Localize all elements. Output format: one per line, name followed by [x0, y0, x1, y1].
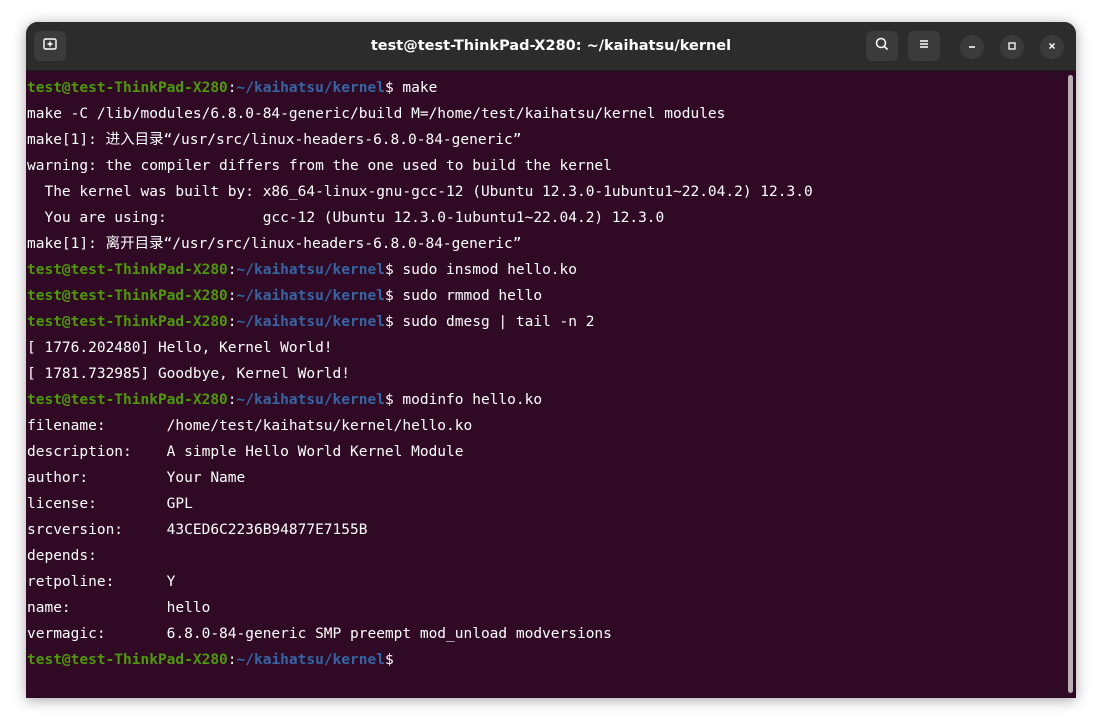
prompt-colon: : [227, 262, 237, 278]
prompt-user: test@test-ThinkPad-X280 [27, 314, 228, 330]
prompt-dollar: $ [384, 288, 403, 304]
output-line: The kernel was built by: x86_64-linux-gn… [27, 184, 813, 200]
scrollbar[interactable] [1066, 71, 1076, 698]
terminal-lines: test@test-ThinkPad-X280:~/kaihatsu/kerne… [27, 75, 813, 673]
prompt-user: test@test-ThinkPad-X280 [27, 80, 228, 96]
terminal-output[interactable]: test@test-ThinkPad-X280:~/kaihatsu/kerne… [26, 71, 1066, 698]
output-line: retpoline: Y [27, 574, 176, 590]
output-line: license: GPL [27, 496, 193, 512]
prompt-dollar: $ [384, 80, 403, 96]
prompt-dollar: $ [384, 314, 403, 330]
prompt-path: ~/kaihatsu/kernel [236, 652, 385, 668]
prompt-line: test@test-ThinkPad-X280:~/kaihatsu/kerne… [27, 387, 813, 413]
scrollbar-thumb[interactable] [1068, 75, 1073, 693]
output-line: filename: /home/test/kaihatsu/kernel/hel… [27, 418, 473, 434]
output-line: srcversion: 43CED6C2236B94877E7155B [27, 522, 368, 538]
minimize-icon [967, 38, 977, 56]
prompt-path: ~/kaihatsu/kernel [236, 262, 385, 278]
prompt-colon: : [227, 288, 237, 304]
prompt-user: test@test-ThinkPad-X280 [27, 288, 228, 304]
output-line: You are using: gcc-12 (Ubuntu 12.3.0-1ub… [27, 210, 665, 226]
maximize-button[interactable] [1000, 35, 1024, 59]
command-text: sudo dmesg | tail -n 2 [402, 314, 595, 330]
output-line: [ 1781.732985] Goodbye, Kernel World! [27, 366, 351, 382]
prompt-colon: : [227, 392, 237, 408]
search-icon [874, 36, 890, 57]
hamburger-menu-icon [917, 37, 931, 56]
prompt-colon: : [227, 652, 237, 668]
prompt-colon: : [227, 314, 237, 330]
output-line: description: A simple Hello World Kernel… [27, 444, 464, 460]
close-icon [1047, 38, 1057, 56]
output-line: author: Your Name [27, 470, 246, 486]
prompt-user: test@test-ThinkPad-X280 [27, 652, 228, 668]
output-line: depends: [27, 548, 167, 564]
output-line: warning: the compiler differs from the o… [27, 158, 612, 174]
prompt-line: test@test-ThinkPad-X280:~/kaihatsu/kerne… [27, 309, 813, 335]
close-button[interactable] [1040, 35, 1064, 59]
command-text: sudo insmod hello.ko [402, 262, 578, 278]
prompt-line: test@test-ThinkPad-X280:~/kaihatsu/kerne… [27, 75, 813, 101]
search-button[interactable] [866, 31, 898, 61]
prompt-path: ~/kaihatsu/kernel [236, 288, 385, 304]
new-tab-icon [42, 36, 58, 57]
minimize-button[interactable] [960, 35, 984, 59]
prompt-line: test@test-ThinkPad-X280:~/kaihatsu/kerne… [27, 257, 813, 283]
command-text: sudo rmmod hello [402, 288, 543, 304]
prompt-path: ~/kaihatsu/kernel [236, 392, 385, 408]
maximize-icon [1007, 38, 1017, 56]
output-line: [ 1776.202480] Hello, Kernel World! [27, 340, 333, 356]
command-text: make [402, 80, 438, 96]
output-line: make[1]: 进入目录“/usr/src/linux-headers-6.8… [27, 132, 522, 148]
prompt-dollar: $ [384, 392, 403, 408]
output-line: make -C /lib/modules/6.8.0-84-generic/bu… [27, 106, 726, 122]
prompt-path: ~/kaihatsu/kernel [236, 314, 385, 330]
new-tab-button[interactable] [34, 31, 66, 61]
menu-button[interactable] [908, 31, 940, 61]
output-line: make[1]: 离开目录“/usr/src/linux-headers-6.8… [27, 236, 522, 252]
prompt-dollar: $ [384, 652, 403, 668]
prompt-line: test@test-ThinkPad-X280:~/kaihatsu/kerne… [27, 647, 813, 673]
prompt-user: test@test-ThinkPad-X280 [27, 392, 228, 408]
prompt-line: test@test-ThinkPad-X280:~/kaihatsu/kerne… [27, 283, 813, 309]
command-text: modinfo hello.ko [402, 392, 543, 408]
terminal-window: test@test-ThinkPad-X280: ~/kaihatsu/kern… [26, 22, 1076, 698]
output-line: name: hello [27, 600, 211, 616]
prompt-path: ~/kaihatsu/kernel [236, 80, 385, 96]
prompt-user: test@test-ThinkPad-X280 [27, 262, 228, 278]
prompt-colon: : [227, 80, 237, 96]
title-bar[interactable]: test@test-ThinkPad-X280: ~/kaihatsu/kern… [26, 22, 1076, 71]
output-line: vermagic: 6.8.0-84-generic SMP preempt m… [27, 626, 612, 642]
prompt-dollar: $ [384, 262, 403, 278]
